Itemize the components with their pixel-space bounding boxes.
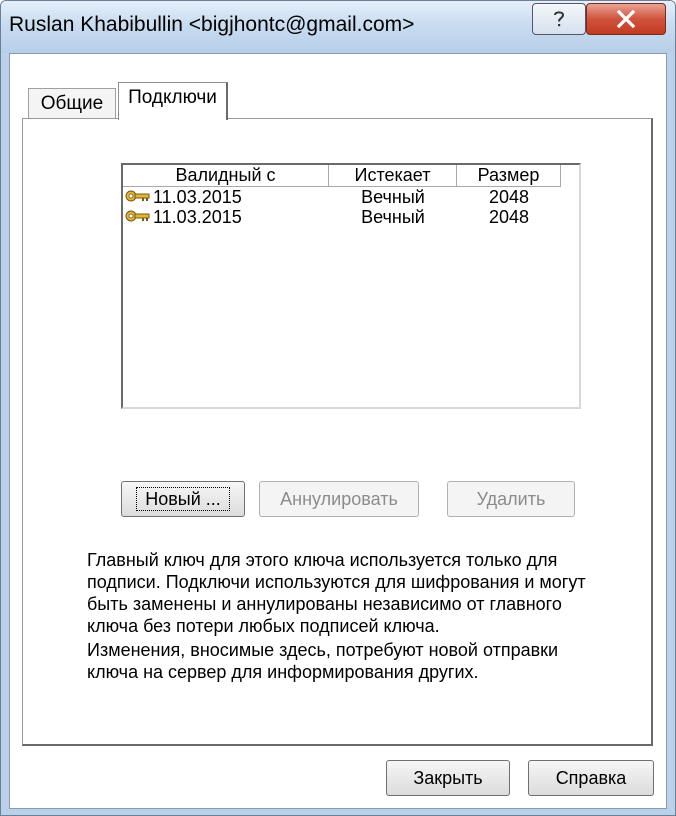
dialog-window: Ruslan Khabibullin <bigjhontc@gmail.com>…: [0, 0, 676, 816]
cell-size: 2048: [488, 206, 530, 227]
help-title-button[interactable]: [532, 3, 586, 35]
subkeys-list[interactable]: Валидный с Истекает Размер 11.03.2015 Ве…: [121, 163, 581, 409]
tab-subkeys[interactable]: Подключи: [118, 82, 228, 120]
column-expires[interactable]: Истекает: [329, 165, 457, 187]
new-subkey-button[interactable]: Новый ...: [121, 481, 245, 517]
tab-general-label: Общие: [40, 93, 104, 114]
delete-button[interactable]: Удалить: [447, 481, 575, 517]
column-valid-from[interactable]: Валидный с: [123, 165, 329, 187]
revoke-button[interactable]: Аннулировать: [259, 481, 419, 517]
cell-size: 2048: [488, 186, 530, 207]
subkeys-panel: Валидный с Истекает Размер 11.03.2015 Ве…: [22, 118, 653, 746]
cell-expires: Вечный: [361, 186, 425, 207]
dialog-client: Общие Подключи Валидный с Истекает Разме…: [9, 53, 667, 809]
tab-general[interactable]: Общие: [28, 88, 116, 119]
close-x-icon: [616, 10, 636, 28]
title-bar[interactable]: Ruslan Khabibullin <bigjhontc@gmail.com>: [1, 1, 675, 53]
help-button[interactable]: Справка: [528, 760, 654, 796]
key-icon: [125, 190, 150, 202]
key-icon: [125, 210, 150, 222]
close-title-button[interactable]: [586, 3, 666, 35]
window-title: Ruslan Khabibullin <bigjhontc@gmail.com>: [9, 13, 415, 36]
new-subkey-label: Новый ...: [136, 487, 230, 511]
list-item[interactable]: 11.03.2015 Вечный 2048: [123, 187, 579, 207]
cell-valid-from: 11.03.2015: [153, 206, 242, 227]
question-mark-icon: [554, 11, 565, 27]
column-size[interactable]: Размер: [457, 165, 561, 187]
description-text: Главный ключ для этого ключа используетс…: [87, 550, 586, 636]
cell-expires: Вечный: [361, 206, 425, 227]
cell-valid-from: 11.03.2015: [153, 186, 242, 207]
warning-text: Изменения, вносимые здесь, потребуют нов…: [87, 640, 559, 682]
list-item[interactable]: 11.03.2015 Вечный 2048: [123, 207, 579, 227]
close-button[interactable]: Закрыть: [386, 760, 510, 796]
list-header: Валидный с Истекает Размер: [123, 165, 579, 187]
tab-subkeys-label: Подключи: [128, 87, 217, 108]
